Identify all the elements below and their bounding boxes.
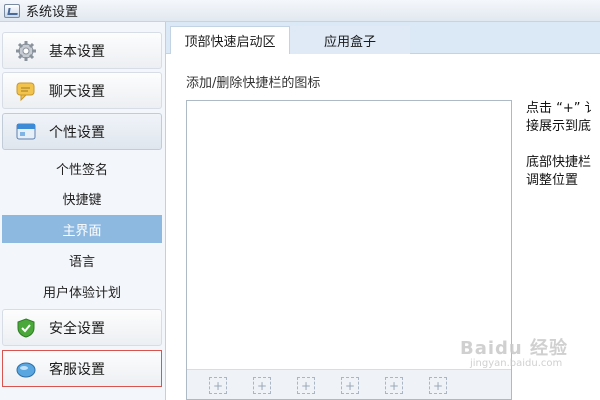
section-label: 添加/删除快捷栏的图标 bbox=[186, 76, 321, 91]
help-text-line: 底部快捷栏 bbox=[526, 155, 592, 170]
sidebar-subitem-main-interface[interactable]: 主界面 bbox=[2, 215, 162, 243]
help-text-line: 接展示到底 bbox=[526, 119, 592, 134]
personalize-icon bbox=[16, 123, 36, 139]
sidebar: 基本设置 聊天设置 个性设置 个性签名 快捷键 主界面 语言 用户体验计划 安全… bbox=[0, 22, 166, 400]
sidebar-subitem-signature[interactable]: 个性签名 bbox=[2, 154, 162, 182]
sidebar-group-label: 聊天设置 bbox=[49, 83, 105, 100]
shortcut-slot-bar: + + + + + + bbox=[187, 369, 511, 399]
sidebar-group-label: 安全设置 bbox=[49, 320, 105, 337]
add-shortcut-button[interactable]: + bbox=[341, 377, 359, 394]
watermark: Baidu 经验 bbox=[460, 338, 569, 359]
add-shortcut-button[interactable]: + bbox=[297, 377, 315, 394]
customer-service-icon bbox=[16, 362, 36, 377]
gear-icon bbox=[16, 40, 36, 61]
app-icon bbox=[4, 3, 20, 18]
add-shortcut-button[interactable]: + bbox=[253, 377, 271, 394]
sidebar-group-personal[interactable]: 个性设置 bbox=[2, 113, 162, 150]
add-shortcut-button[interactable]: + bbox=[209, 377, 227, 394]
chat-bubble-icon bbox=[16, 82, 35, 101]
help-text-line: 调整位置 bbox=[526, 173, 579, 188]
add-shortcut-button[interactable]: + bbox=[385, 377, 403, 394]
sidebar-group-label: 基本设置 bbox=[49, 43, 105, 60]
tab-top-quick-launch[interactable]: 顶部快速启动区 bbox=[170, 26, 290, 54]
sidebar-subitem-language[interactable]: 语言 bbox=[2, 246, 162, 274]
sidebar-group-basic[interactable]: 基本设置 bbox=[2, 32, 162, 69]
help-text-line: 点击 “+” 讠 bbox=[526, 101, 598, 116]
window-titlebar: 系统设置 bbox=[0, 0, 600, 22]
sidebar-subitem-experience[interactable]: 用户体验计划 bbox=[2, 277, 162, 305]
sidebar-group-chat[interactable]: 聊天设置 bbox=[2, 72, 162, 109]
watermark-url: jingyan.baidu.com bbox=[470, 358, 563, 369]
sidebar-group-label: 个性设置 bbox=[49, 124, 105, 141]
tab-bar: 顶部快速启动区 应用盒子 bbox=[166, 22, 600, 54]
window-title: 系统设置 bbox=[26, 5, 79, 20]
sidebar-group-security[interactable]: 安全设置 bbox=[2, 309, 162, 346]
sidebar-subitem-hotkeys[interactable]: 快捷键 bbox=[2, 184, 162, 212]
sidebar-group-label: 客服设置 bbox=[49, 361, 105, 378]
sidebar-group-customer-service[interactable]: 客服设置 bbox=[2, 350, 162, 387]
shield-icon bbox=[17, 317, 35, 338]
tab-app-box[interactable]: 应用盒子 bbox=[290, 26, 410, 54]
add-shortcut-button[interactable]: + bbox=[429, 377, 447, 394]
